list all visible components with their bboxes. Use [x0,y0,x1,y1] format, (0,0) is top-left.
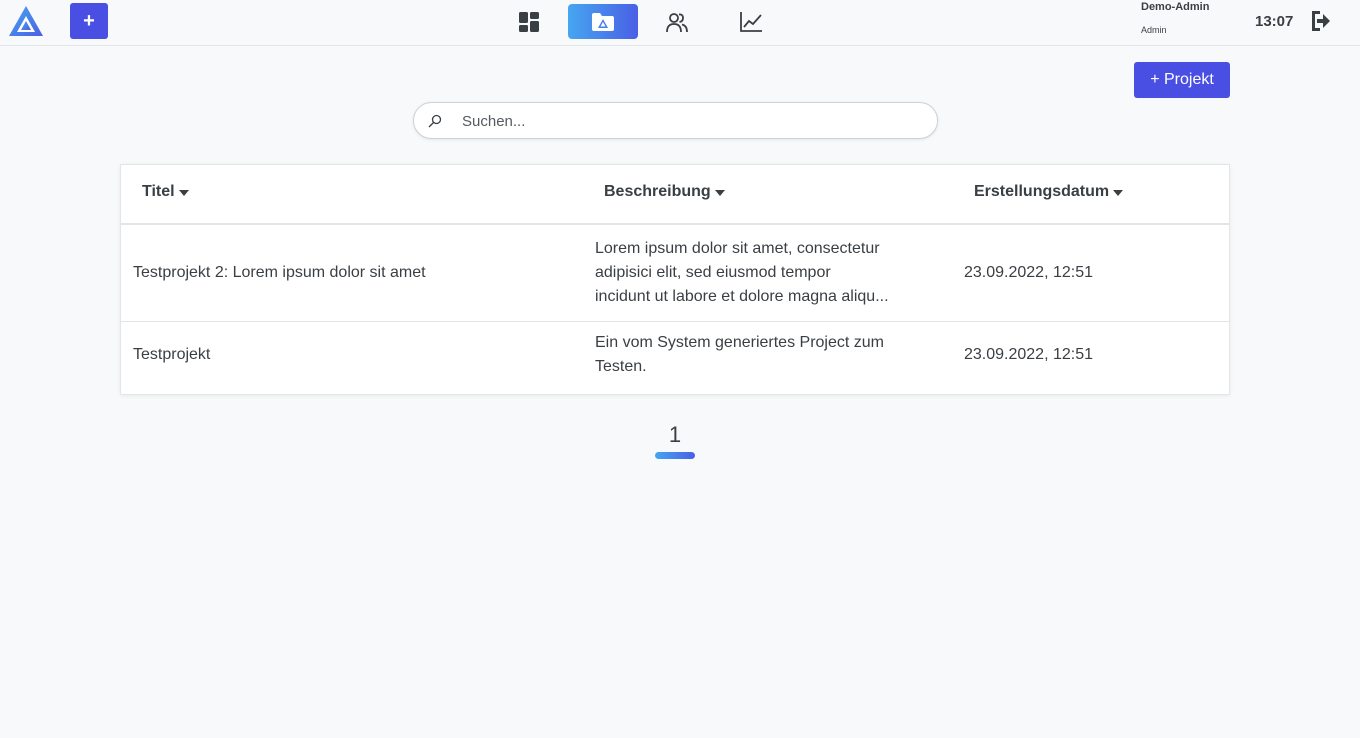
column-header-date[interactable]: Erstellungsdatum [974,183,1124,201]
sort-caret-icon [1113,189,1124,196]
nav-users[interactable] [642,4,712,39]
search-input[interactable] [462,109,922,133]
cell-title: Testprojekt 2: Lorem ipsum dolor sit ame… [133,264,426,281]
description-line: Lorem ipsum dolor sit amet, consectetur [595,240,880,257]
table-row[interactable]: Testprojekt Ein vom System generiertes P… [121,322,1229,394]
column-header-label: Beschreibung [604,183,711,200]
table-row[interactable]: Testprojekt 2: Lorem ipsum dolor sit ame… [121,225,1229,322]
user-role: Admin [1141,25,1167,35]
line-chart-icon [740,11,762,32]
cell-title: Testprojekt [133,346,211,363]
sort-caret-icon [714,189,725,196]
column-header-label: Titel [142,183,175,200]
search-icon [428,114,442,128]
sort-caret-icon [178,189,189,196]
cell-description: Lorem ipsum dolor sit amet, consectetur … [595,237,939,309]
top-bar: + Demo-Admin Admin 13:07 [0,0,1360,46]
description-line: Testen. [595,358,647,375]
column-header-title[interactable]: Titel [142,183,189,201]
clock: 13:07 [1255,13,1294,30]
cell-date: 23.09.2022, 12:51 [964,264,1094,281]
users-icon [666,12,688,32]
nav-statistics[interactable] [716,4,786,39]
cell-date: 23.09.2022, 12:51 [964,346,1094,363]
description-line: adipisici elit, sed eiusmod tempor [595,264,831,281]
app-logo-icon[interactable] [8,5,44,37]
description-line: incidunt ut labore et dolore magna aliqu… [595,288,889,305]
pagination-active-indicator [655,452,695,459]
cell-description: Ein vom System generiertes Project zum T… [595,331,939,379]
folder-icon [592,12,614,31]
logout-icon[interactable] [1309,9,1331,33]
search-box [413,102,938,139]
new-project-button[interactable]: + Projekt [1134,62,1230,98]
user-name: Demo-Admin [1141,1,1210,13]
projects-table: Titel Beschreibung Erstellungsdatum Test… [120,164,1230,395]
column-header-label: Erstellungsdatum [974,183,1110,200]
nav-projects[interactable] [568,4,638,39]
pagination-page[interactable]: 1 [655,422,695,448]
description-line: Ein vom System generiertes Project zum [595,334,884,351]
nav-dashboard[interactable] [494,4,564,39]
column-header-description[interactable]: Beschreibung [604,183,725,201]
add-button[interactable]: + [70,3,108,39]
dashboard-grid-icon [519,11,539,32]
